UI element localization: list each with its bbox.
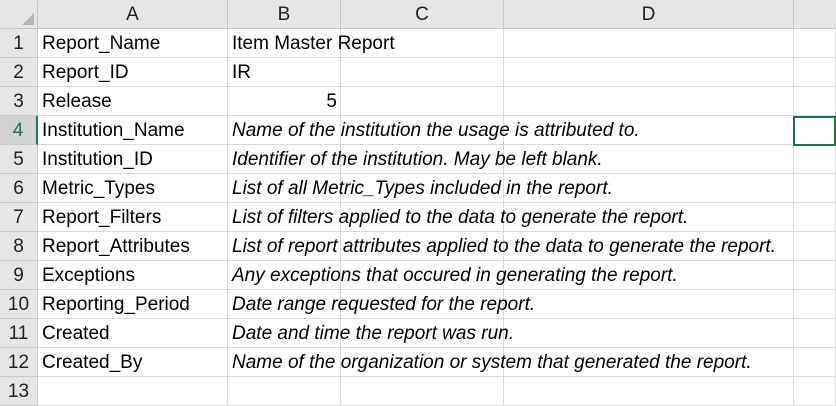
column-header-e[interactable]	[794, 0, 836, 29]
cell-b-text: Name of the organization or system that …	[232, 352, 752, 373]
grid-cell[interactable]	[341, 377, 504, 406]
cell-a-text: Release	[42, 91, 112, 112]
row-header[interactable]: 11	[0, 319, 38, 348]
row-header[interactable]: 6	[0, 174, 38, 203]
cell-b-text: Any exceptions that occured in generatin…	[232, 265, 678, 286]
cell-b-text: List of all Metric_Types included in the…	[232, 178, 613, 199]
column-header-a[interactable]: A	[38, 0, 228, 29]
grid-cell[interactable]	[794, 377, 836, 406]
cell-a-text: Report_Filters	[42, 207, 162, 228]
grid-cell[interactable]	[794, 29, 836, 58]
grid-cell[interactable]	[794, 261, 836, 290]
grid-cell[interactable]	[794, 290, 836, 319]
cell-a-text: Reporting_Period	[42, 294, 190, 315]
grid-cell[interactable]	[794, 174, 836, 203]
spreadsheet-grid: A B C D 1 Report_Name Item Master Report 2 R…	[0, 0, 836, 406]
cell-a-text: Institution_Name	[42, 120, 185, 141]
active-cell-selection[interactable]	[793, 116, 836, 146]
grid-cell[interactable]	[341, 87, 504, 116]
cell-a-text: Report_Attributes	[42, 236, 190, 257]
grid-cell[interactable]	[794, 203, 836, 232]
cell-b-text: 5	[326, 91, 337, 112]
row-header[interactable]: 2	[0, 58, 38, 87]
row-header[interactable]: 12	[0, 348, 38, 377]
row-header[interactable]: 4	[0, 116, 38, 145]
row-header[interactable]: 7	[0, 203, 38, 232]
cell-b-text: Date range requested for the report.	[232, 294, 536, 315]
grid-cell[interactable]	[504, 377, 794, 406]
cell-b-text: List of report attributes applied to the…	[232, 236, 776, 257]
column-header-b[interactable]: B	[228, 0, 341, 29]
cell-a-text: Report_Name	[42, 33, 161, 54]
cell-b-text: List of filters applied to the data to g…	[232, 207, 689, 228]
select-all-triangle-icon	[22, 13, 34, 25]
cell-b-text: Item Master Report	[232, 33, 395, 54]
grid-cell[interactable]	[504, 290, 794, 319]
grid-cell[interactable]	[341, 58, 504, 87]
cell-a-text: Report_ID	[42, 62, 129, 83]
select-all-corner[interactable]	[0, 0, 38, 29]
grid-cell[interactable]	[794, 145, 836, 174]
grid-cell[interactable]	[794, 87, 836, 116]
cell-a-text: Exceptions	[42, 265, 135, 286]
row-header[interactable]: 8	[0, 232, 38, 261]
column-header-c[interactable]: C	[341, 0, 504, 29]
cell-a-text: Created	[42, 323, 110, 344]
grid-cell[interactable]	[228, 377, 341, 406]
cell-b-text: Identifier of the institution. May be le…	[232, 149, 603, 170]
grid-cell[interactable]	[794, 232, 836, 261]
cell-b-text: Name of the institution the usage is att…	[232, 120, 640, 141]
grid-cell[interactable]	[794, 348, 836, 377]
row-header[interactable]: 1	[0, 29, 38, 58]
row-header[interactable]: 13	[0, 377, 38, 406]
cell-b-text: IR	[232, 62, 251, 83]
cell-a-text: Created_By	[42, 352, 143, 373]
grid-cell[interactable]	[38, 377, 228, 406]
grid-cell[interactable]	[794, 58, 836, 87]
column-header-d[interactable]: D	[504, 0, 794, 29]
grid-cell[interactable]	[504, 319, 794, 348]
grid-cell[interactable]	[504, 58, 794, 87]
row-header[interactable]: 5	[0, 145, 38, 174]
grid-cell[interactable]	[794, 319, 836, 348]
grid-cell[interactable]	[504, 29, 794, 58]
grid-cell[interactable]	[504, 87, 794, 116]
cell-a-text: Metric_Types	[42, 178, 155, 199]
cell-b-text: Date and time the report was run.	[232, 323, 514, 344]
row-header[interactable]: 3	[0, 87, 38, 116]
row-header[interactable]: 10	[0, 290, 38, 319]
cell-a-text: Institution_ID	[42, 149, 153, 170]
row-header[interactable]: 9	[0, 261, 38, 290]
